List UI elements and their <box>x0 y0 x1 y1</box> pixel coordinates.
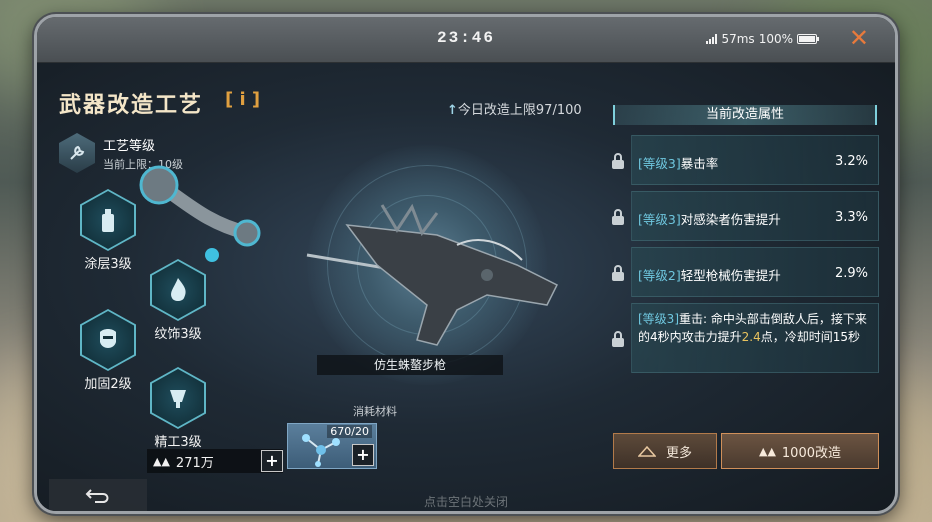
battery-icon <box>797 34 819 44</box>
mod-pattern-label: 纹饰3级 <box>154 327 202 342</box>
attribute-level: [等级3] <box>638 212 681 227</box>
mod-pattern[interactable]: 纹饰3级 <box>145 259 211 342</box>
attribute-value: 3.3% <box>834 210 868 225</box>
robot-arm-graphic <box>139 165 261 262</box>
status-bar: 23:46 57ms 100% ✕ <box>37 17 895 63</box>
add-gold-button[interactable]: + <box>261 450 283 472</box>
attribute-row: [等级3]对感染者伤害提升 3.3% <box>612 191 879 241</box>
spray-can-icon <box>82 191 134 249</box>
daily-limit-text: 今日改造上限97/100 <box>457 103 582 118</box>
up-arrow-icon: ↑ <box>447 103 458 118</box>
ping-text: 57ms <box>721 32 755 46</box>
attribute-value: 2.9% <box>834 266 868 281</box>
gold-icon: ▲▲ <box>153 454 170 468</box>
game-window: 23:46 57ms 100% ✕ 武器改造工艺 [ i ] ↑今日改造上限97… <box>34 14 898 514</box>
special-attribute-row: [等级3]重击: 命中头部击倒敌人后，接下来的4秒内攻击力提升2.4点，冷却时间… <box>612 303 879 373</box>
mod-coating[interactable]: 涂层3级 <box>75 189 141 272</box>
triangle-icon <box>637 445 656 457</box>
attribute-row: [等级3]暴击率 3.2% <box>612 135 879 185</box>
add-material-button[interactable]: + <box>352 444 374 466</box>
special-attribute-text: [等级3]重击: 命中头部击倒敌人后，接下来的4秒内攻击力提升2.4点，冷却时间… <box>638 310 870 346</box>
mod-reinforce-label: 加固2级 <box>84 377 132 392</box>
attribute-level: [等级3] <box>638 312 679 326</box>
attribute-value: 3.2% <box>834 154 868 169</box>
lock-icon <box>612 209 624 225</box>
gold-value: 271万 <box>175 455 214 471</box>
mod-precision[interactable]: 精工3级 <box>145 367 211 450</box>
mod-precision-label: 精工3级 <box>154 435 202 450</box>
lock-icon <box>612 331 624 347</box>
craft-level-name: 工艺等级 <box>103 138 156 154</box>
battery-text: 100% <box>758 32 793 46</box>
gold-balance: ▲▲ 271万 + <box>147 449 283 473</box>
attributes-header: 当前改造属性 <box>613 105 877 125</box>
mask-icon <box>82 311 134 369</box>
special-text-b: 点，冷却时间15秒 <box>760 330 861 344</box>
info-button[interactable]: [ i ] <box>225 89 260 110</box>
signal-icon <box>706 34 718 44</box>
system-info: 57ms 100% <box>706 32 819 46</box>
lock-icon <box>612 265 624 281</box>
close-hint: 点击空白处关闭 <box>423 495 508 509</box>
weapon-name: 仿生蛛螯步枪 <box>317 355 503 375</box>
attribute-name: 暴击率 <box>680 156 719 171</box>
mod-coating-label: 涂层3级 <box>84 257 132 272</box>
daily-limit: ↑今日改造上限97/100 <box>447 99 582 118</box>
cup-icon <box>152 369 204 427</box>
gold-icon: ▲▲ <box>758 444 776 458</box>
attribute-row: [等级2]轻型枪械伤害提升 2.9% <box>612 247 879 297</box>
more-button[interactable]: 更多 <box>613 433 717 469</box>
upgrade-button-label: 1000改造 <box>781 445 841 461</box>
material-slot[interactable]: 670/20 + <box>287 423 377 469</box>
attribute-name: 轻型枪械伤害提升 <box>680 268 781 283</box>
close-button[interactable]: ✕ <box>849 25 869 51</box>
wrench-icon <box>59 133 95 173</box>
more-button-label: 更多 <box>665 445 692 461</box>
weapon-mod-panel: 武器改造工艺 [ i ] ↑今日改造上限97/100 工艺等级 当前上限：10级… <box>37 63 895 511</box>
upgrade-button[interactable]: ▲▲ 1000改造 <box>721 433 879 469</box>
flame-icon <box>152 261 204 319</box>
material-count: 670/20 <box>327 425 372 438</box>
attribute-level: [等级3] <box>638 156 681 171</box>
attribute-level: [等级2] <box>638 268 681 283</box>
page-title: 武器改造工艺 <box>59 93 204 118</box>
lock-icon <box>612 153 624 169</box>
attribute-name: 对感染者伤害提升 <box>680 212 781 227</box>
special-highlight: 2.4 <box>741 330 761 344</box>
mod-reinforce[interactable]: 加固2级 <box>75 309 141 392</box>
materials-label: 消耗材料 <box>353 405 397 418</box>
